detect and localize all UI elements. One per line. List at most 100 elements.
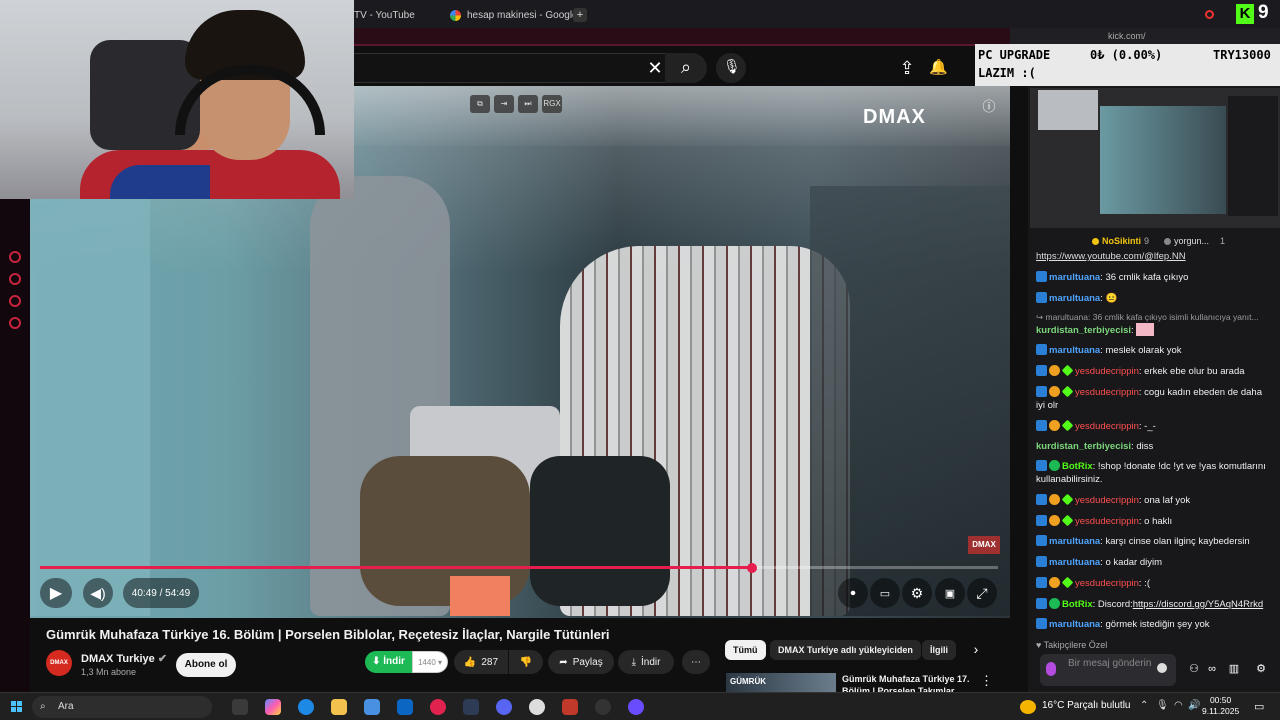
captions-icon[interactable]: ▭: [870, 578, 900, 608]
chat-username[interactable]: yesdudecrippin: [1075, 421, 1139, 432]
chat-username[interactable]: yesdudecrippin: [1075, 387, 1139, 398]
chat-settings-icon[interactable]: ⚇: [1188, 663, 1200, 675]
chat-message: marultuana: 😐: [1036, 292, 1272, 305]
wifi-icon[interactable]: ◠: [1174, 700, 1183, 711]
skip-icon[interactable]: ⏭: [518, 95, 538, 113]
chat-username[interactable]: marultuana: [1049, 619, 1100, 630]
autoplay-toggle[interactable]: ⏺: [838, 578, 868, 608]
settings-gear-icon[interactable]: ⚙: [902, 578, 932, 608]
microphone-tray-icon[interactable]: 🎙: [1156, 700, 1169, 711]
chip-from-uploader[interactable]: DMAX Turkiye adlı yükleyiciden: [770, 640, 921, 660]
recommended-thumbnail[interactable]: GÜMRÜK: [726, 673, 836, 693]
address-bar[interactable]: [354, 28, 1026, 46]
chip-related[interactable]: İlgili: [922, 640, 956, 660]
copilot-icon[interactable]: [265, 699, 281, 715]
enter-icon[interactable]: ⇥: [494, 95, 514, 113]
store-icon[interactable]: ▥: [1228, 663, 1240, 675]
link-icon[interactable]: ∞: [1206, 663, 1218, 675]
app-icon[interactable]: [463, 699, 479, 715]
chip-all[interactable]: Tümü: [725, 640, 766, 660]
channel-name[interactable]: DMAX Turkiye ✔: [81, 652, 167, 665]
popout-icon[interactable]: ⧉: [470, 95, 490, 113]
progress-handle[interactable]: [746, 563, 757, 573]
kebab-menu-icon[interactable]: ⋮: [980, 673, 993, 689]
poll-left-count: 9: [1144, 236, 1150, 246]
weather-icon[interactable]: [1020, 700, 1036, 714]
chat-username[interactable]: marultuana: [1049, 293, 1100, 304]
more-actions-button[interactable]: ⋯: [682, 650, 710, 674]
channel-avatar[interactable]: DMAX: [46, 650, 72, 676]
steelseries-icon[interactable]: [562, 699, 578, 715]
chat-link[interactable]: https://discord.gg/Y5AqN4Rrkd: [1133, 599, 1263, 610]
voice-search-button[interactable]: 🎙: [716, 53, 746, 83]
file-explorer-icon[interactable]: [331, 699, 347, 715]
notification-center-icon[interactable]: ▭: [1254, 700, 1264, 713]
microphone-icon[interactable]: [1046, 662, 1056, 676]
chat-username[interactable]: marultuana: [1049, 536, 1100, 547]
chat-username[interactable]: kurdistan_terbiyecisi: [1036, 325, 1131, 336]
chat-username[interactable]: marultuana: [1049, 345, 1100, 356]
info-icon[interactable]: ⓘ: [980, 96, 998, 115]
edge-icon[interactable]: [298, 699, 314, 715]
tab-youtube[interactable]: TV - YouTube: [354, 6, 415, 24]
clear-search-icon[interactable]: ✕: [646, 58, 664, 79]
windows-start-icon[interactable]: [11, 701, 22, 712]
store-app-icon[interactable]: [364, 699, 380, 715]
progress-bar[interactable]: [40, 566, 998, 569]
play-button[interactable]: ▶: [40, 578, 72, 608]
chat-input[interactable]: Bir mesaj gönderin: [1040, 654, 1176, 686]
chat-username[interactable]: BotRix: [1062, 599, 1093, 610]
extensions-icon[interactable]: [9, 295, 21, 307]
poll-option-left[interactable]: NoSikinti 9: [1092, 236, 1149, 246]
volume-icon[interactable]: ◀): [83, 578, 113, 608]
chat-username[interactable]: yesdudecrippin: [1075, 516, 1139, 527]
poll-option-right[interactable]: yorgun... 1: [1164, 236, 1225, 246]
app-icon[interactable]: [628, 699, 644, 715]
search-input[interactable]: [354, 53, 684, 83]
side-url[interactable]: kick.com/: [1108, 31, 1146, 41]
emoji-icon[interactable]: [1157, 663, 1167, 673]
taskbar-clock[interactable]: 00:50 9.11.2025: [1202, 695, 1239, 717]
chat-username[interactable]: marultuana: [1049, 272, 1100, 283]
og-badge-icon: [1061, 385, 1074, 398]
subscriber-badge-icon: [1036, 420, 1047, 431]
quality-select[interactable]: 1440 ▾: [412, 651, 448, 673]
chat-username[interactable]: yesdudecrippin: [1075, 578, 1139, 589]
rgx-icon[interactable]: RGX: [542, 95, 562, 113]
share-button[interactable]: ➦ Paylaş: [548, 650, 614, 674]
chat-username[interactable]: marultuana: [1049, 557, 1100, 568]
notifications-icon[interactable]: 🔔: [929, 58, 948, 76]
download-button[interactable]: ⤓ İndir: [618, 650, 674, 674]
history-icon[interactable]: [9, 273, 21, 285]
fullscreen-icon[interactable]: ⤢: [967, 578, 997, 608]
like-button[interactable]: 👍 287: [454, 650, 508, 674]
subscribe-button[interactable]: Abone ol: [176, 653, 236, 677]
create-icon[interactable]: ⇪: [898, 58, 916, 79]
chat-username[interactable]: kurdistan_terbiyecisi: [1036, 441, 1131, 452]
gear-icon[interactable]: ⚙: [1255, 663, 1267, 675]
downloader-button[interactable]: ⬇ İndir: [365, 651, 412, 673]
pinned-link[interactable]: https://www.youtube.com/@lfep.NN: [1036, 250, 1272, 262]
chat-username[interactable]: yesdudecrippin: [1075, 366, 1139, 377]
opera-gx-icon[interactable]: [430, 699, 446, 715]
taskbar-search[interactable]: ⌕ Ara: [32, 696, 212, 718]
new-tab-button[interactable]: +: [573, 8, 587, 22]
obs-icon[interactable]: [529, 699, 545, 715]
sidebar-icon[interactable]: [9, 251, 21, 263]
chevron-right-icon[interactable]: ›: [968, 641, 984, 657]
system-tray-chevron-icon[interactable]: ⌃: [1140, 700, 1148, 711]
task-view-icon[interactable]: [232, 699, 248, 715]
chat-username[interactable]: BotRix: [1062, 461, 1093, 472]
search-button[interactable]: ⌕: [665, 53, 707, 83]
tab-google[interactable]: hesap makinesi - Google: [450, 6, 578, 24]
search-icon: ⌕: [40, 701, 46, 712]
discord-icon[interactable]: [496, 699, 512, 715]
outlook-icon[interactable]: [397, 699, 413, 715]
dislike-button[interactable]: 👎: [509, 650, 543, 674]
theater-mode-icon[interactable]: ▣: [935, 578, 965, 608]
speaker-icon[interactable]: 🔊: [1188, 700, 1200, 711]
app-icon[interactable]: [595, 699, 611, 715]
weather-text[interactable]: 16°C Parçalı bulutlu: [1042, 700, 1131, 711]
chat-username[interactable]: yesdudecrippin: [1075, 495, 1139, 506]
settings-icon[interactable]: [9, 317, 21, 329]
